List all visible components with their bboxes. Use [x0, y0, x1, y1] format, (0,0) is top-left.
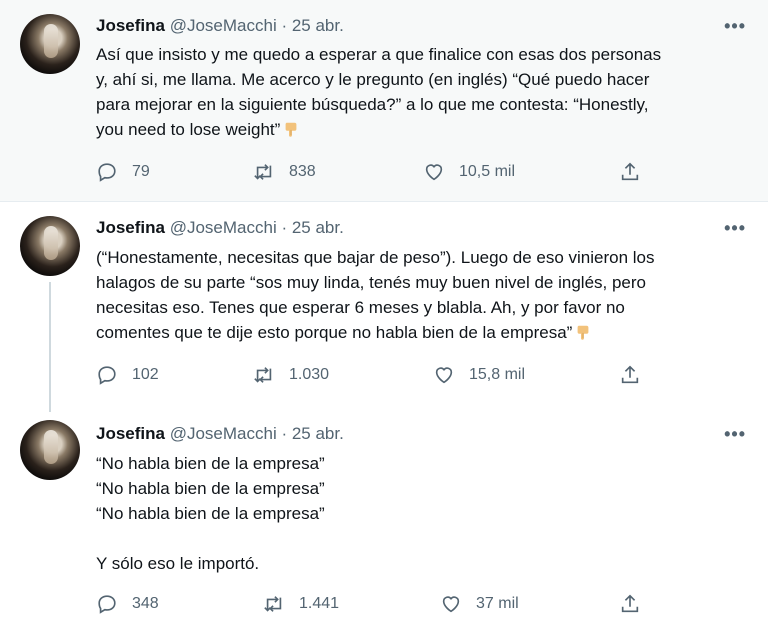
tweet[interactable]: Josefina @JoseMacchi · 25 abr. ••• (“Hon…: [0, 202, 768, 408]
heart-icon: [435, 367, 453, 384]
backhand-index-pointing-down-icon: [577, 325, 589, 340]
tweet-text-line: Y sólo eso le importó.: [96, 554, 260, 573]
retweet-icon: [264, 596, 282, 612]
tweet-text-line: “No habla bien de la empresa”: [96, 454, 325, 473]
heart-icon: [442, 596, 460, 613]
avatar[interactable]: [20, 14, 80, 74]
share-icon: [621, 365, 639, 384]
like-button[interactable]: 10,5 mil: [423, 161, 515, 183]
retweet-count: 838: [289, 163, 316, 180]
tweet-text-line: (“Honestamente, necesitas que bajar de p…: [96, 248, 655, 267]
more-options-icon[interactable]: •••: [724, 424, 746, 445]
avatar[interactable]: [20, 420, 80, 480]
more-options-icon[interactable]: •••: [724, 218, 746, 239]
tweet-text-line: comentes que te dije esto porque no habl…: [96, 323, 573, 342]
retweet-button[interactable]: 1.030: [253, 364, 329, 386]
retweet-count: 1.030: [289, 366, 330, 383]
tweet-text: “No habla bien de la empresa” “No habla …: [96, 451, 746, 576]
share-button[interactable]: [619, 593, 655, 615]
retweet-icon: [254, 367, 272, 383]
tweet[interactable]: Josefina @JoseMacchi · 25 abr. ••• “No h…: [0, 408, 768, 630]
timestamp[interactable]: 25 abr.: [292, 424, 344, 443]
tweet-actions: 102 1.030 15,8 mil: [96, 364, 656, 388]
tweet-header: Josefina @JoseMacchi · 25 abr.: [96, 218, 344, 238]
reply-button[interactable]: 348: [96, 593, 159, 615]
like-button[interactable]: 37 mil: [440, 593, 519, 615]
reply-count: 102: [132, 366, 159, 383]
tweet-header: Josefina @JoseMacchi · 25 abr.: [96, 16, 344, 36]
tweet-text-line: “No habla bien de la empresa”: [96, 504, 325, 523]
handle[interactable]: @JoseMacchi: [170, 424, 277, 443]
tweet-actions: 348 1.441 37 mil: [96, 593, 656, 617]
like-count: 10,5 mil: [459, 163, 516, 180]
tweet[interactable]: Josefina @JoseMacchi · 25 abr. ••• Así q…: [0, 0, 768, 202]
tweet-actions: 79 838 10,5 mil: [96, 161, 656, 185]
share-button[interactable]: [619, 161, 655, 183]
separator: ·: [276, 218, 292, 237]
reply-icon: [98, 595, 116, 614]
like-count: 37 mil: [476, 595, 519, 612]
tweet-header: Josefina @JoseMacchi · 25 abr.: [96, 424, 344, 444]
tweet-text-line: para mejorar en la siguiente búsqueda?” …: [96, 95, 649, 114]
retweet-count: 1.441: [299, 595, 340, 612]
handle[interactable]: @JoseMacchi: [170, 218, 277, 237]
tweet-text-blank-line: [96, 526, 746, 551]
avatar[interactable]: [20, 216, 80, 276]
reply-icon: [98, 163, 116, 182]
tweet-text-line: necesitas eso. Tenes que esperar 6 meses…: [96, 298, 625, 317]
reply-count: 348: [132, 595, 159, 612]
tweet-text-line: y, ahí si, me llama. Me acerco y le preg…: [96, 70, 650, 89]
tweet-text: Así que insisto y me quedo a esperar a q…: [96, 42, 746, 142]
reply-icon: [98, 366, 116, 385]
retweet-button[interactable]: 838: [253, 161, 316, 183]
reply-button[interactable]: 79: [96, 161, 150, 183]
retweet-icon: [254, 164, 272, 180]
reply-button[interactable]: 102: [96, 364, 159, 386]
like-count: 15,8 mil: [469, 366, 526, 383]
backhand-index-pointing-down-icon: [285, 122, 297, 137]
display-name[interactable]: Josefina: [96, 16, 165, 35]
retweet-button[interactable]: 1.441: [263, 593, 339, 615]
tweet-text: (“Honestamente, necesitas que bajar de p…: [96, 245, 746, 345]
more-options-icon[interactable]: •••: [724, 16, 746, 37]
tweet-text-line: Así que insisto y me quedo a esperar a q…: [96, 45, 662, 64]
timestamp[interactable]: 25 abr.: [292, 16, 344, 35]
separator: ·: [276, 424, 292, 443]
share-icon: [621, 594, 639, 613]
timestamp[interactable]: 25 abr.: [292, 218, 344, 237]
heart-icon: [425, 164, 443, 181]
share-button[interactable]: [619, 364, 655, 386]
share-icon: [621, 162, 639, 181]
display-name[interactable]: Josefina: [96, 424, 165, 443]
separator: ·: [276, 16, 292, 35]
handle[interactable]: @JoseMacchi: [170, 16, 277, 35]
tweet-text-line: halagos de su parte “sos muy linda, tené…: [96, 273, 646, 292]
tweet-text-line: you need to lose weight”: [96, 120, 281, 139]
like-button[interactable]: 15,8 mil: [433, 364, 525, 386]
tweet-text-line: “No habla bien de la empresa”: [96, 479, 325, 498]
display-name[interactable]: Josefina: [96, 218, 165, 237]
reply-count: 79: [132, 163, 150, 180]
